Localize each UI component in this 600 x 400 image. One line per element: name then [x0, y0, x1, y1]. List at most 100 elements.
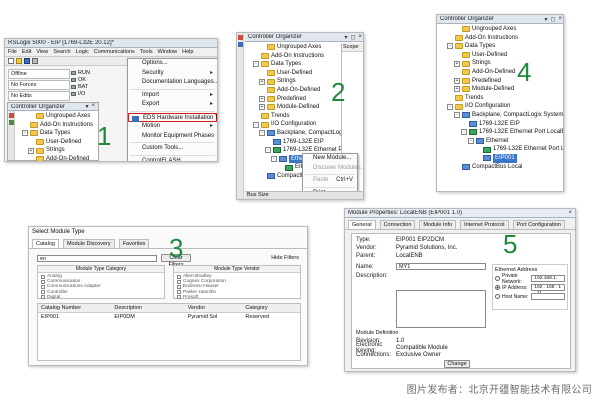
tools-menu-item[interactable]: Documentation Languages... [128, 78, 217, 88]
table-row[interactable]: EIP001 EIP0DM Pyramid Sol Reserved [38, 313, 300, 321]
expand-toggle-icon[interactable]: - [454, 112, 460, 119]
expand-toggle-icon[interactable]: + [259, 78, 265, 85]
address-field[interactable] [531, 293, 565, 300]
pin-icon[interactable]: ▾ [544, 16, 547, 23]
tools-menu-item[interactable]: Export ▸ [128, 100, 217, 110]
tree-item[interactable]: + Strings [16, 146, 98, 155]
tree-item[interactable]: + Strings [440, 59, 563, 68]
close-icon[interactable]: × [358, 34, 362, 41]
dock-icon[interactable]: ◻ [351, 34, 356, 41]
expand-toggle-icon[interactable]: - [265, 147, 271, 154]
expand-toggle-icon[interactable]: + [454, 77, 460, 84]
column-header[interactable]: Description [111, 304, 184, 312]
tab-internet-protocol[interactable]: Internet Protocol [460, 220, 509, 229]
search-input[interactable]: en [37, 254, 157, 262]
expand-toggle-icon[interactable]: - [253, 61, 259, 68]
tree-item[interactable]: Ungrouped Axes [16, 112, 98, 121]
tab-favorites[interactable]: Favorites [118, 239, 150, 248]
close-icon[interactable]: × [568, 210, 572, 216]
context-menu-item[interactable]: New Module... [303, 154, 357, 164]
tree-item[interactable]: Add-On Instructions [16, 121, 98, 130]
column-header[interactable]: Catalog Number [38, 304, 111, 312]
tree-item[interactable]: + Predefined [440, 77, 563, 86]
checkbox[interactable] [41, 279, 45, 284]
menu-edit[interactable]: Edit [22, 49, 31, 55]
menu-file[interactable]: File [8, 49, 17, 55]
checkbox[interactable] [41, 284, 45, 289]
menu-view[interactable]: View [36, 49, 48, 55]
pin-icon[interactable]: ▾ [85, 103, 88, 110]
tree-item[interactable]: User-Defined [16, 138, 98, 147]
tab-module-discovery[interactable]: Module Discovery [62, 239, 115, 248]
save-icon[interactable] [24, 58, 30, 64]
dock-icon[interactable]: ◻ [551, 16, 556, 23]
vendor-filter-item[interactable]: Prosoft [177, 295, 297, 300]
radio-button[interactable] [495, 294, 500, 299]
checkbox[interactable] [177, 279, 181, 284]
checkbox[interactable] [177, 290, 181, 295]
tree-item[interactable]: - Backplane, CompactLogix System [440, 111, 563, 120]
tab-general[interactable]: General [348, 220, 376, 229]
category-filter-item[interactable]: Digital [41, 295, 161, 300]
menu-tools[interactable]: Tools [140, 49, 153, 55]
tree-item[interactable]: 1769-L32E EIP [440, 120, 563, 129]
expand-toggle-icon[interactable]: - [468, 138, 474, 145]
tree-item[interactable]: Trends [440, 94, 563, 103]
checkbox[interactable] [177, 274, 181, 279]
close-icon[interactable]: × [91, 103, 95, 110]
checkbox[interactable] [41, 295, 45, 300]
tree-item[interactable]: - Data Types [440, 42, 563, 51]
tree-item[interactable]: Add-On Instructions [440, 34, 563, 43]
expand-toggle-icon[interactable]: - [447, 103, 453, 110]
expand-toggle-icon[interactable]: + [454, 86, 460, 93]
expand-toggle-icon[interactable]: - [22, 130, 28, 137]
tree-item[interactable]: User-Defined [440, 51, 563, 60]
tree-item[interactable]: - 1769-L32E Ethernet Port LocalEN [440, 128, 563, 137]
radio-button[interactable] [495, 276, 500, 281]
menu-communications[interactable]: Communications [94, 49, 135, 55]
change-button[interactable]: Change ... [444, 360, 470, 371]
checkbox[interactable] [41, 290, 45, 295]
hide-filters-link[interactable]: Hide Filters [271, 255, 299, 261]
pin-icon[interactable]: ▾ [344, 34, 347, 41]
tree-item[interactable]: - I/O Configuration [440, 102, 563, 111]
checkbox[interactable] [177, 295, 181, 300]
expand-toggle-icon[interactable]: - [461, 129, 467, 136]
menu-logic[interactable]: Logic [76, 49, 89, 55]
checkbox[interactable] [177, 284, 181, 289]
expand-toggle-icon[interactable]: + [259, 104, 265, 111]
column-header[interactable]: Category [242, 304, 300, 312]
tree-item[interactable]: - Ethernet [440, 137, 563, 146]
tree-item[interactable]: + Module-Defined [440, 85, 563, 94]
tree-item[interactable]: 1769-L32E Ethernet Port L [440, 145, 563, 154]
tools-menu-item[interactable]: Monitor Equipment Phases [128, 132, 217, 142]
menu-help[interactable]: Help [182, 49, 193, 55]
address-option[interactable]: Private Network: 192.168.1. [495, 273, 565, 285]
expand-toggle-icon[interactable]: + [454, 60, 460, 67]
tab-connection[interactable]: Connection [379, 220, 416, 229]
tab-port-configuration[interactable]: Port Configuration [512, 220, 565, 229]
menu-search[interactable]: Search [53, 49, 70, 55]
tab-catalog[interactable]: Catalog [32, 239, 59, 248]
expand-toggle-icon[interactable]: + [28, 147, 34, 154]
tools-menu-item[interactable]: EDS Hardware Installation Tool [128, 112, 217, 122]
radio-button[interactable] [495, 285, 500, 290]
description-field[interactable] [396, 290, 486, 328]
address-option[interactable]: IP Address:192 . 168 . 1 . 11 [495, 283, 565, 296]
expand-toggle-icon[interactable]: + [259, 95, 265, 102]
tree-item[interactable]: Ungrouped Axes [440, 25, 563, 34]
tab-module-info[interactable]: Module Info [419, 220, 457, 229]
expand-toggle-icon[interactable]: - [447, 43, 453, 50]
tools-menu-item[interactable]: Custom Tools... [128, 144, 217, 154]
close-icon[interactable]: × [558, 16, 562, 23]
open-icon[interactable] [16, 58, 22, 64]
checkbox[interactable] [41, 274, 45, 279]
address-field[interactable]: 192 . 168 . 1 . 11 [531, 284, 565, 296]
tools-menu-item[interactable]: Security ▸ [128, 69, 217, 79]
tree-item[interactable]: Add-On-Defined [16, 155, 98, 161]
tools-menu-item[interactable]: Options... [128, 59, 217, 69]
tools-menu-item[interactable]: Import ▸ [128, 91, 217, 101]
address-option[interactable]: Host Name: [495, 292, 565, 301]
tools-menu-item[interactable]: ControlFLASH [128, 157, 217, 162]
address-field[interactable]: 192.168.1. [531, 275, 565, 282]
